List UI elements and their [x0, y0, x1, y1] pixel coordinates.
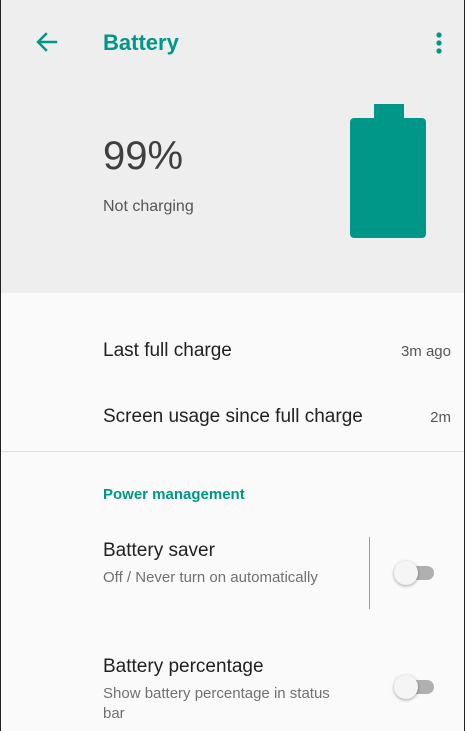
toggle-thumb: [394, 561, 418, 585]
battery-saver-summary: Off / Never turn on automatically: [103, 569, 318, 586]
vertical-divider: [369, 537, 370, 609]
divider: [1, 451, 464, 452]
battery-settings-screen: Battery 99% Not charging Last full charg…: [0, 0, 465, 731]
toggle-thumb: [394, 675, 418, 699]
power-management-header: Power management: [103, 486, 245, 503]
last-full-charge-row[interactable]: Last full charge 3m ago: [1, 326, 464, 376]
battery-header-panel: Battery 99% Not charging: [1, 0, 464, 293]
battery-saver-toggle[interactable]: [394, 561, 438, 585]
battery-percentage-title: Battery percentage: [103, 656, 264, 677]
toolbar: Battery: [1, 0, 464, 88]
battery-percentage-summary: Show battery percentage in status bar: [103, 685, 330, 722]
last-full-charge-label: Last full charge: [103, 340, 232, 361]
page-title: Battery: [103, 30, 179, 55]
more-vert-icon[interactable]: [426, 26, 452, 60]
screen-usage-value: 2m: [430, 409, 451, 426]
charging-status-text: Not charging: [103, 198, 194, 215]
last-full-charge-value: 3m ago: [400, 343, 451, 360]
arrow-back-icon[interactable]: [31, 26, 63, 58]
battery-full-icon: [347, 104, 429, 245]
battery-saver-title: Battery saver: [103, 540, 215, 561]
battery-percentage-text: 99%: [103, 134, 184, 178]
screen-usage-label: Screen usage since full charge: [103, 406, 363, 427]
battery-percentage-toggle[interactable]: [394, 675, 438, 699]
screen-usage-row[interactable]: Screen usage since full charge 2m: [1, 392, 464, 442]
